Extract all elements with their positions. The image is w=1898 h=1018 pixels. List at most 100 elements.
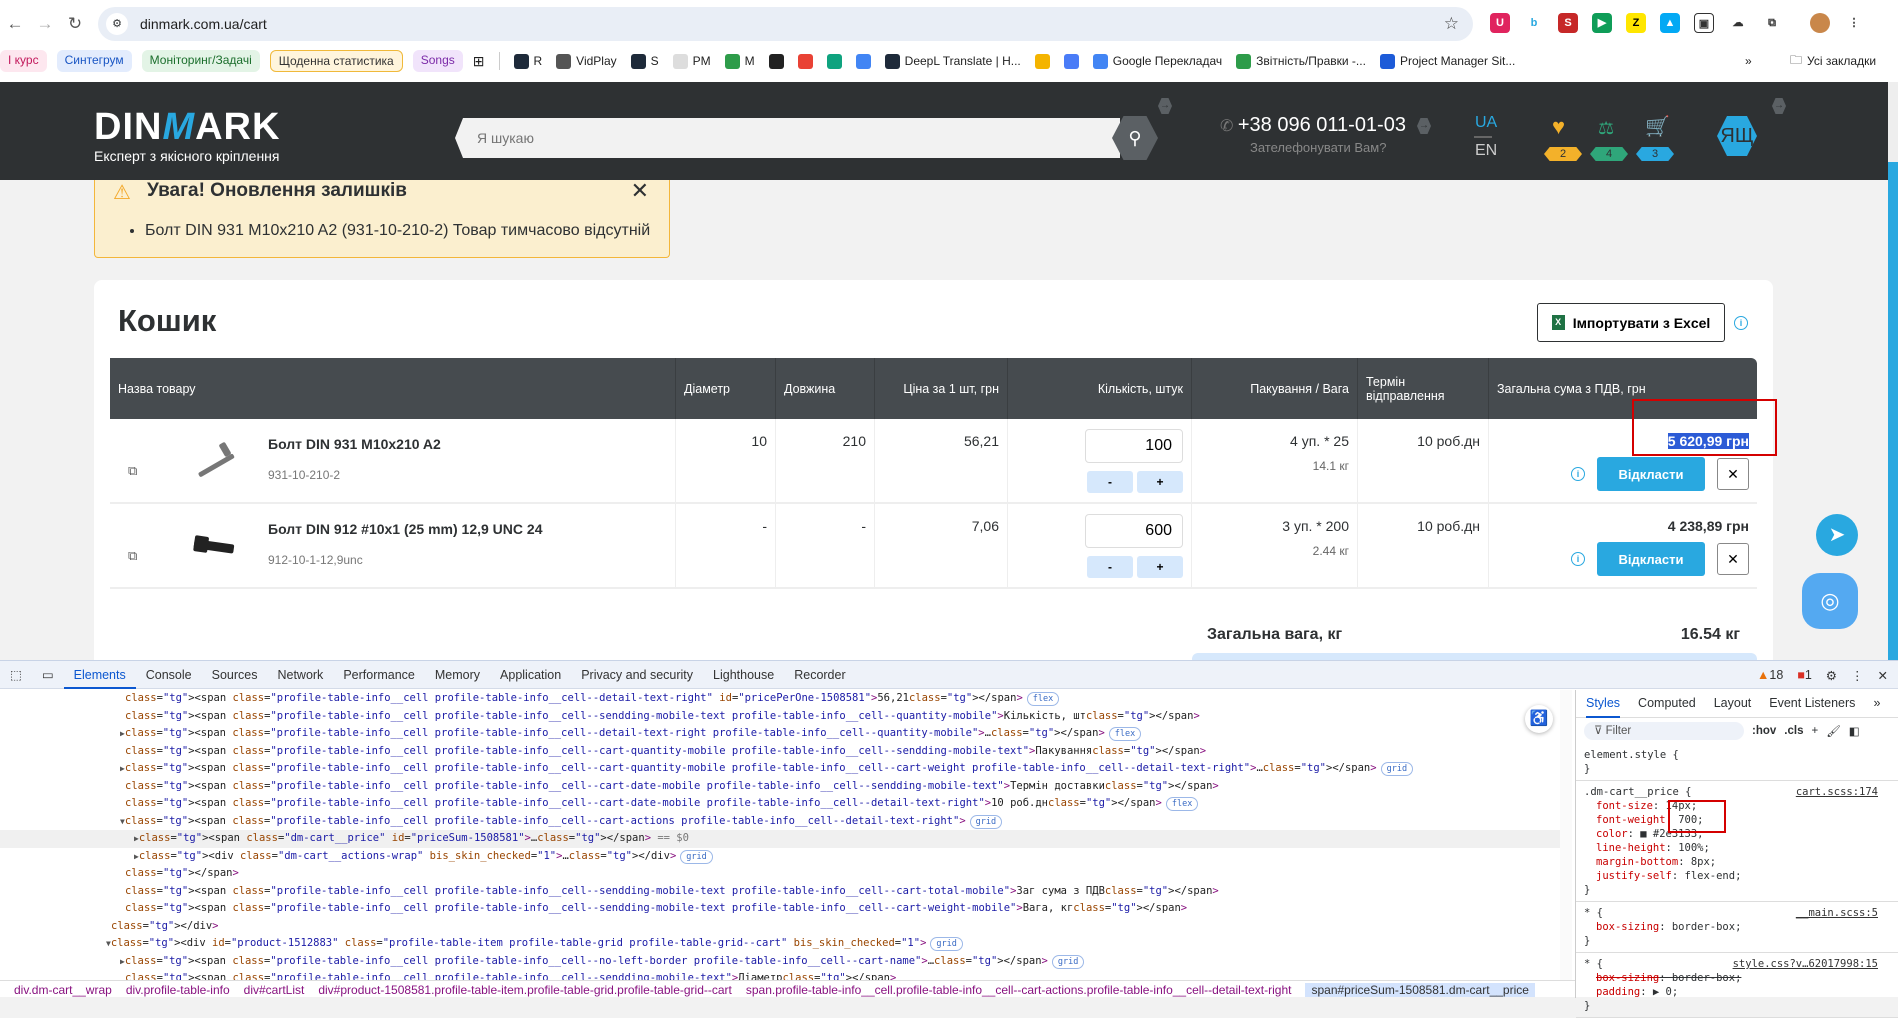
css-declaration[interactable]: font-size: 14px; <box>1584 799 1890 813</box>
styles-tab[interactable]: Computed <box>1638 696 1696 717</box>
bookmark-item[interactable] <box>1034 53 1050 69</box>
dom-node-line[interactable]: ▶class="tg"><div class="dm-cart__actions… <box>0 848 1572 866</box>
dom-node-line[interactable]: class="tg"><span class="profile-table-in… <box>0 795 1572 813</box>
import-excel-button[interactable]: X Імпортувати з Excel <box>1537 303 1725 342</box>
reload-icon[interactable]: ↻ <box>60 14 90 34</box>
quantity-input[interactable] <box>1085 429 1183 463</box>
errors-count[interactable]: ■1 <box>1797 668 1812 682</box>
apps-icon[interactable]: ⊞ <box>473 53 485 70</box>
device-toggle-icon[interactable]: ▭ <box>32 661 64 689</box>
url-text[interactable]: dinmark.com.ua/cart <box>140 16 267 32</box>
callback-link[interactable]: Зателефонувати Вам? <box>1250 140 1386 155</box>
copy-icon[interactable]: ⧉ <box>128 463 144 478</box>
add-rule-icon[interactable]: + <box>1811 725 1818 737</box>
search-field[interactable] <box>455 118 1120 158</box>
cloud-icon[interactable]: ☁ <box>1728 13 1748 33</box>
cls-toggle[interactable]: .cls <box>1784 725 1803 737</box>
styles-tab[interactable]: Styles <box>1586 696 1621 718</box>
dom-node-line[interactable]: class="tg"></div> <box>0 918 1572 936</box>
bookmark-item[interactable]: VidPlay <box>556 53 617 69</box>
phone-number[interactable]: ✆ +38 096 011-01-03 <box>1220 114 1406 137</box>
all-bookmarks-button[interactable]: 🗀 Усі закладки <box>1790 51 1876 72</box>
extension-icon[interactable]: S <box>1558 13 1578 33</box>
css-declaration[interactable]: box-sizing: border-box; <box>1584 920 1890 934</box>
more-bookmarks-button[interactable]: » <box>1745 54 1752 68</box>
logo[interactable]: DINMARK Експерт з якісного кріплення <box>94 108 280 164</box>
devtools-tab-console[interactable]: Console <box>136 661 202 689</box>
info-icon[interactable]: i <box>1571 552 1585 566</box>
dom-node-line[interactable]: class="tg"></span> <box>0 865 1572 883</box>
dom-node-line[interactable]: class="tg"><span class="profile-table-in… <box>0 690 1572 708</box>
devtools-tab-recorder[interactable]: Recorder <box>784 661 855 689</box>
dom-node-line[interactable]: class="tg"><span class="profile-table-in… <box>0 883 1572 901</box>
css-declaration[interactable]: justify-self: flex-end; <box>1584 869 1890 883</box>
css-selector[interactable]: element.style { <box>1584 748 1890 762</box>
bookmark-item[interactable] <box>826 53 842 69</box>
image-extension-icon[interactable]: ▣ <box>1694 13 1714 33</box>
css-declaration[interactable]: font-weight: 700; <box>1584 813 1890 827</box>
site-info-icon[interactable]: ⚙ <box>106 13 128 35</box>
address-bar[interactable]: ⚙ dinmark.com.ua/cart ☆ <box>98 7 1473 41</box>
cart-icon[interactable]: 🛒 <box>1645 114 1670 139</box>
dom-node-line[interactable]: ▶class="tg"><span class="profile-table-i… <box>0 760 1572 778</box>
product-name[interactable]: Болт DIN 912 #10x1 (25 mm) 12,9 UNC 24 <box>268 521 542 537</box>
paint-icon[interactable]: 🖌 <box>1826 724 1841 738</box>
css-declaration[interactable]: margin-bottom: 8px; <box>1584 855 1890 869</box>
devtools-tab-lighthouse[interactable]: Lighthouse <box>703 661 784 689</box>
lang-ua[interactable]: UA <box>1475 114 1497 132</box>
bookmark-item[interactable]: S <box>630 53 659 69</box>
hov-toggle[interactable]: :hov <box>1752 725 1776 737</box>
devtools-tab-performance[interactable]: Performance <box>333 661 425 689</box>
dom-node-line[interactable]: ▶class="tg"><span class="dm-cart__price"… <box>0 830 1572 848</box>
bookmark-item[interactable] <box>797 53 813 69</box>
logout-icon[interactable]: → <box>1772 98 1786 114</box>
product-name[interactable]: Болт DIN 931 M10x210 A2 <box>268 436 441 452</box>
devtools-tab-privacy-and-security[interactable]: Privacy and security <box>571 661 703 689</box>
styles-tab[interactable]: Layout <box>1714 696 1752 717</box>
bookmark-item[interactable]: DeepL Translate | H... <box>884 53 1021 69</box>
info-icon[interactable]: i <box>1571 467 1585 481</box>
bookmark-item[interactable]: R <box>513 53 542 69</box>
increase-button[interactable]: + <box>1137 556 1183 578</box>
dom-node-line[interactable]: class="tg"><span class="profile-table-in… <box>0 708 1572 726</box>
dom-node-line[interactable]: ▶class="tg"><span class="profile-table-i… <box>0 953 1572 971</box>
css-source-link[interactable]: cart.scss:174 <box>1796 785 1878 799</box>
bookmark-item[interactable]: Google Перекладач <box>1092 53 1222 69</box>
lang-en[interactable]: EN <box>1475 142 1497 160</box>
extension-icon[interactable]: b <box>1524 13 1544 33</box>
product-thumbnail[interactable] <box>190 526 244 566</box>
css-declaration[interactable]: line-height: 100%; <box>1584 841 1890 855</box>
dom-node-line[interactable]: ▼class="tg"><span class="profile-table-i… <box>0 813 1572 831</box>
breadcrumb-item[interactable]: div.dm-cart__wrap <box>14 983 112 997</box>
accessibility-icon[interactable]: ♿ <box>1525 705 1553 733</box>
styles-tab[interactable]: » <box>1873 696 1880 717</box>
copy-icon[interactable]: ⧉ <box>128 548 144 563</box>
bookmark-chip[interactable]: І курс <box>0 50 47 72</box>
back-icon[interactable]: ← <box>0 14 30 34</box>
settings-gear-icon[interactable]: ⚙ <box>1826 668 1837 683</box>
bookmark-item[interactable]: PM <box>672 53 711 69</box>
page-scrollbar[interactable] <box>1888 82 1898 662</box>
extension-icon[interactable]: Z <box>1626 13 1646 33</box>
dom-node-line[interactable]: class="tg"><span class="profile-table-in… <box>0 778 1572 796</box>
dom-node-line[interactable]: ▼class="tg"><div id="product-1512883" cl… <box>0 935 1572 953</box>
bookmark-item[interactable] <box>1063 53 1079 69</box>
kebab-menu-icon[interactable]: ⋮ <box>1844 13 1864 33</box>
devtools-tab-memory[interactable]: Memory <box>425 661 490 689</box>
css-declaration[interactable]: box-sizing: border-box; <box>1584 971 1890 985</box>
css-source-link[interactable]: __main.scss:5 <box>1796 906 1878 920</box>
toggle-sidebar-icon[interactable]: ◧ <box>1849 724 1860 738</box>
close-devtools-icon[interactable]: ✕ <box>1878 668 1888 683</box>
close-icon[interactable]: ✕ <box>631 178 649 204</box>
profile-avatar[interactable] <box>1810 13 1830 33</box>
breadcrumb-item[interactable]: span#priceSum-1508581.dm-cart__price <box>1305 982 1535 997</box>
breadcrumb-item[interactable]: div.profile-table-info <box>126 983 230 997</box>
remove-button[interactable]: ✕ <box>1717 543 1749 575</box>
css-declaration[interactable]: color: ■ #2e3133; <box>1584 827 1890 841</box>
bookmark-chip[interactable]: Songs <box>412 50 463 72</box>
bookmark-item[interactable]: M <box>724 53 755 69</box>
search-input[interactable] <box>455 118 1120 158</box>
extension-icon[interactable]: ▶ <box>1592 13 1612 33</box>
bookmark-item[interactable]: Project Manager Sit... <box>1379 53 1515 69</box>
info-icon[interactable]: i <box>1734 316 1748 330</box>
